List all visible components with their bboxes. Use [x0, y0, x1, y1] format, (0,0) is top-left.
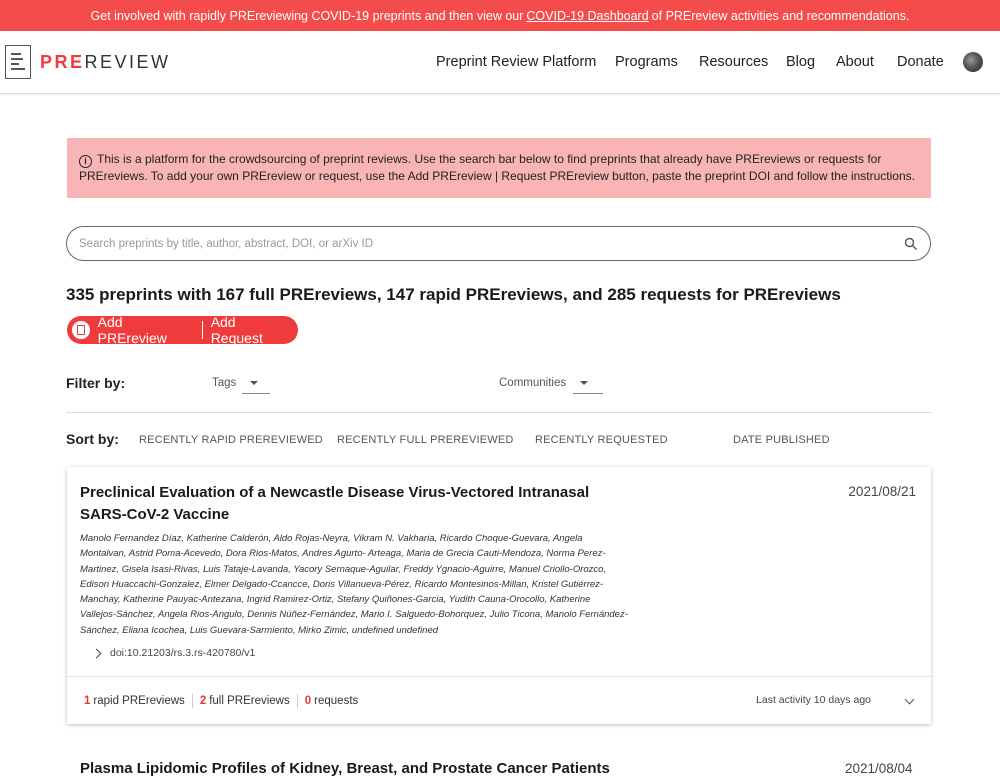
- preprint-stats: 1 rapid PREreviews 2 full PREreviews 0 requ…: [67, 676, 931, 724]
- site-header: PREREVIEW Preprint Review Platform Progr…: [0, 31, 1000, 94]
- preprint-date: 2021/08/21: [848, 484, 916, 499]
- communities-dropdown-label: Communities: [499, 377, 567, 389]
- rapid-count: 1: [84, 694, 91, 707]
- preprint-authors: Manolo Fernandez Díaz, Katherine Calderó…: [80, 533, 628, 636]
- banner-text: Get involved with rapidly PREreviewing C…: [90, 8, 524, 23]
- chevron-down-icon: [580, 381, 589, 385]
- preprint-title[interactable]: Preclinical Evaluation of a Newcastle Di…: [80, 482, 620, 526]
- full-label: full PREreviews: [209, 694, 290, 707]
- sort-recently-full[interactable]: RECENTLY FULL PREREVIEWED: [337, 434, 514, 446]
- add-request-button[interactable]: Add Request: [203, 314, 298, 346]
- info-icon: i: [79, 155, 92, 168]
- nav-about[interactable]: About: [836, 54, 874, 70]
- filter-label: Filter by:: [66, 375, 126, 391]
- sort-label: Sort by:: [66, 431, 119, 447]
- banner-text-end: of PREreview activities and recommendati…: [651, 8, 910, 23]
- nav-preprint-review-platform[interactable]: Preprint Review Platform: [436, 54, 596, 70]
- divider: [191, 693, 193, 708]
- main-nav: Preprint Review Platform Programs Resour…: [0, 31, 1000, 93]
- nav-resources[interactable]: Resources: [699, 54, 768, 70]
- full-count: 2: [199, 694, 207, 707]
- doi-text: doi:10.21203/rs.3.rs-420780/v1: [110, 647, 256, 659]
- document-icon: [72, 321, 90, 339]
- last-activity: Last activity 10 days ago: [756, 694, 871, 706]
- divider: [66, 412, 932, 413]
- rapid-label: rapid PREreviews: [93, 694, 185, 707]
- covid-dashboard-link[interactable]: COVID-19 Dashboard: [526, 9, 648, 23]
- sort-recently-requested[interactable]: RECENTLY REQUESTED: [535, 434, 668, 446]
- info-notice: i This is a platform for the crowdsourcin…: [67, 138, 931, 198]
- nav-programs[interactable]: Programs: [615, 54, 678, 70]
- search-icon[interactable]: [904, 237, 918, 251]
- preprint-card[interactable]: Preclinical Evaluation of a Newcastle Di…: [67, 467, 931, 724]
- chevron-right-icon[interactable]: [91, 648, 102, 658]
- search-input[interactable]: Search preprints by title, author, abstr…: [79, 238, 904, 250]
- preprint-doi[interactable]: doi:10.21203/rs.3.rs-420780/v1: [91, 647, 256, 659]
- preprint-title[interactable]: Plasma Lipidomic Profiles of Kidney, Bre…: [80, 760, 610, 777]
- results-summary: 335 preprints with 167 full PREreviews, …: [66, 285, 841, 304]
- user-avatar[interactable]: [963, 52, 983, 72]
- request-label: requests: [314, 694, 359, 707]
- communities-dropdown[interactable]: Communities: [499, 377, 589, 389]
- sort-date-published[interactable]: DATE PUBLISHED: [733, 434, 830, 446]
- sort-recently-rapid[interactable]: RECENTLY RAPID PREREVIEWED: [139, 434, 323, 446]
- rapid-prereviews-count[interactable]: 1 rapid PREreviews: [84, 695, 185, 707]
- chevron-down-icon: [250, 381, 259, 385]
- nav-blog[interactable]: Blog: [786, 54, 815, 70]
- nav-donate[interactable]: Donate: [897, 54, 944, 70]
- requests-count[interactable]: 0 requests: [305, 695, 359, 707]
- expand-chevron-icon[interactable]: [904, 694, 915, 705]
- preprint-date: 2021/08/04: [845, 761, 913, 776]
- search-bar[interactable]: Search preprints by title, author, abstr…: [66, 226, 931, 261]
- divider: [296, 693, 298, 708]
- announcement-banner: Get involved with rapidly PREreviewing C…: [0, 0, 1000, 31]
- tags-dropdown-label: Tags: [212, 377, 237, 389]
- tags-dropdown[interactable]: Tags: [212, 377, 259, 389]
- add-prereview-button[interactable]: Add PREreview: [90, 314, 202, 346]
- request-count: 0: [304, 694, 312, 707]
- full-prereviews-count[interactable]: 2 full PREreviews: [200, 695, 290, 707]
- notice-text: This is a platform for the crowdsourcing…: [79, 152, 915, 183]
- add-prereview-request-button: Add PREreview Add Request: [67, 314, 298, 346]
